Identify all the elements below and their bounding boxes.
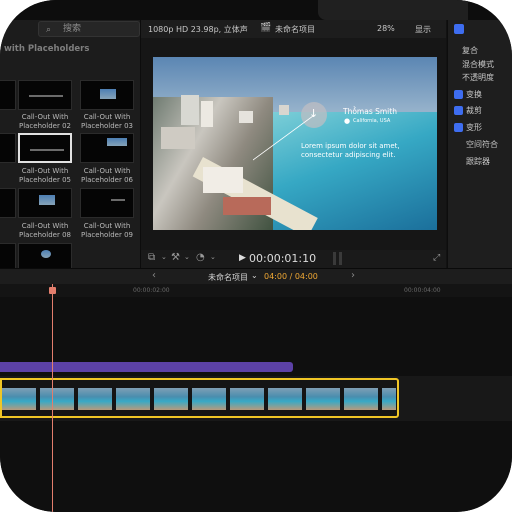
video-inspector-icon[interactable] [454,24,464,34]
forward-icon[interactable]: › [351,270,355,281]
title-placeholder [30,149,64,151]
building [239,111,253,123]
clip-thumbnail[interactable] [18,188,72,218]
filmstrip-frame [2,388,36,410]
fullscreen-icon[interactable]: ⤢ [433,253,440,263]
clip-label: Call-Out With Placeholder 05 [18,167,72,184]
clip-thumbnail[interactable] [80,80,134,110]
building [161,127,195,149]
play-icon[interactable]: ▶ [239,253,246,263]
callout-body-line: consectetur adipiscing elit. [301,151,396,159]
chevron-down-icon[interactable]: ⌄ [210,253,216,261]
transform-icon[interactable]: ⧉ [148,252,155,263]
clip-thumbnail[interactable] [0,133,16,163]
image-placeholder [39,195,55,205]
clip-thumbnail[interactable] [18,80,72,110]
image-placeholder [100,89,116,99]
filmstrip-frame [40,388,74,410]
filmstrip-frame [344,388,378,410]
chevron-right-icon: › [353,103,357,112]
search-input[interactable]: ⌕ 搜索 [38,21,140,37]
search-icon: ⌕ [46,25,52,35]
chevron-down-icon[interactable]: ⌄ [161,253,167,261]
checkbox-checked-icon[interactable] [454,123,463,132]
inspector-item[interactable]: 裁剪 [466,105,482,116]
timeline-ruler[interactable]: 00:00:02:00 00:00:04:00 [0,284,512,298]
playhead[interactable] [52,284,53,512]
timeline-project-title[interactable]: 未命名项目 [208,272,248,283]
checkbox-checked-icon[interactable] [454,90,463,99]
ruler-mark: 00:00:04:00 [404,287,441,294]
inspector-item[interactable]: 变换 [466,89,482,100]
image-placeholder [107,138,127,146]
magic-wand-icon[interactable]: ⚒ [171,252,180,263]
building [203,167,243,193]
filmstrip-frame [116,388,150,410]
inspector-item[interactable]: 不透明度 [462,72,494,83]
clip-thumbnail[interactable] [0,188,16,218]
clip-label: Call-Out With Placeholder 02 [18,113,72,130]
timeline-duration: 04:00 / 04:00 [264,272,318,281]
chevron-down-icon[interactable]: ⌄ [251,271,258,280]
display-menu[interactable]: 显示 [415,24,431,35]
viewer-toolbar: ⧉ ⌄ ⚒ ⌄ ◔ ⌄ ▶ 00:00:01:10 ⤢ [141,250,446,268]
chevron-down-icon[interactable]: ⌄ [184,253,190,261]
inspector-item[interactable]: 空间符合 [466,139,498,150]
image-placeholder [41,250,51,258]
clip-thumbnail[interactable] [80,133,134,163]
filmstrip-frame [268,388,302,410]
building [181,95,199,125]
timeline-header: ‹ 未命名项目 ⌄ 04:00 / 04:00 › [0,268,512,285]
audio-meter [339,252,342,265]
checkbox-checked-icon[interactable] [454,106,463,115]
ruler-mark: 00:00:02:00 [133,287,170,294]
filmstrip-frame [306,388,340,410]
filmstrip-frame [230,388,264,410]
title-placeholder [111,199,125,201]
inspector-item[interactable]: 跟踪器 [466,156,490,167]
filmstrip-frame [382,388,396,410]
inspector-item[interactable]: 复合 [462,45,478,56]
clip-thumbnail-selected[interactable] [18,133,72,163]
title-clip[interactable] [0,362,293,372]
title-placeholder [29,95,63,97]
audio-meter [333,252,336,265]
clip-thumbnail[interactable] [0,80,16,110]
clip-label: Call-Out With Placeholder 06 [80,167,134,184]
app-window: ⌕ 搜索 with Placeholders Call-Out With Pla… [0,0,512,512]
location-pin-icon: ● [344,117,351,125]
video-clip-selected[interactable] [0,378,399,418]
building [223,197,271,215]
callout-body-line: Lorem ipsum dolor sit amet, [301,142,400,150]
search-placeholder: 搜索 [63,24,82,34]
window-bar [318,0,468,20]
filmstrip-frame [154,388,188,410]
building [201,101,213,127]
speed-icon[interactable]: ◔ [196,252,205,263]
zoom-level[interactable]: 28% [377,24,395,33]
category-header: with Placeholders [4,44,90,54]
clip-label: Call-Out With Placeholder 09 [80,222,134,239]
back-icon[interactable]: ‹ [152,270,156,281]
filmstrip-frame [78,388,112,410]
inspector-item[interactable]: 混合模式 [462,59,494,70]
project-title: 未命名项目 [275,25,315,34]
clip-label: Call-Out With Placeholder 08 [18,222,72,239]
callout-location: California, USA [353,118,391,124]
viewer-header: 1080p HD 23.98p, 立体声 🎬 未命名项目 28% 显示 [141,20,446,38]
timecode-display[interactable]: 00:00:01:10 [249,252,316,265]
inspector-item[interactable]: 变形 [466,122,482,133]
title-bar [0,0,512,20]
format-info: 1080p HD 23.98p, 立体声 [148,25,248,34]
clapper-icon: 🎬 [260,23,272,33]
callout-name: Thomas Smith [343,107,397,116]
clip-label: Call-Out With Placeholder 03 [80,113,134,130]
clip-thumbnail[interactable] [80,188,134,218]
playhead-handle[interactable] [49,287,56,294]
filmstrip-frame [192,388,226,410]
video-frame: ↓ Thomas Smith ● California, USA › Lorem… [153,57,437,230]
